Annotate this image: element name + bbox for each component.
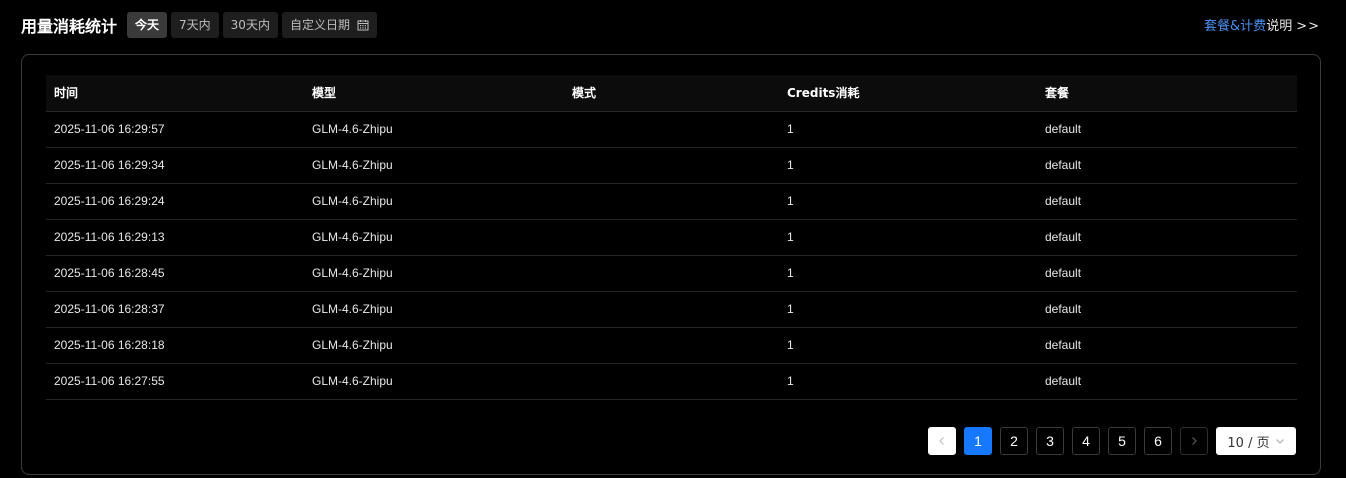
chevron-left-icon <box>939 437 944 445</box>
cell-model: GLM-4.6-Zhipu <box>312 158 393 172</box>
cell-plan: default <box>1045 194 1082 208</box>
page-size-value: 10 / 页 <box>1227 435 1270 451</box>
column-header-model[interactable]: 模型 <box>304 75 564 111</box>
cell-mode <box>564 111 779 147</box>
cell-time: 2025-11-06 16:29:57 <box>54 122 165 136</box>
column-header-plan[interactable]: 套餐 <box>1037 75 1297 111</box>
cell-model: GLM-4.6-Zhipu <box>312 266 393 280</box>
range-30days-button[interactable]: 30天内 <box>222 11 278 38</box>
cell-mode <box>564 219 779 255</box>
cell-plan: default <box>1045 230 1082 244</box>
plan-link-text: 套餐&计费 <box>1204 19 1267 34</box>
cell-plan: default <box>1045 158 1082 172</box>
custom-date-button[interactable]: 自定义日期 <box>281 11 377 38</box>
page-button-6[interactable]: 6 <box>1144 427 1172 455</box>
header: 用量消耗统计 今天 7天内 30天内 自定义日期 套餐&计费说明 >> <box>21 11 1320 38</box>
page-button-3[interactable]: 3 <box>1036 427 1064 455</box>
table-row: 2025-11-06 16:29:57 GLM-4.6-Zhipu 1 default <box>46 111 1297 147</box>
plan-pricing-link[interactable]: 套餐&计费说明 >> <box>1204 15 1320 34</box>
cell-time: 2025-11-06 16:29:13 <box>54 230 165 244</box>
cell-plan: default <box>1045 122 1082 136</box>
cell-plan: default <box>1045 266 1082 280</box>
column-header-time[interactable]: 时间 <box>46 75 304 111</box>
cell-mode <box>564 363 779 399</box>
cell-credits: 1 <box>787 194 794 208</box>
cell-mode <box>564 291 779 327</box>
cell-credits: 1 <box>787 266 794 280</box>
cell-plan: default <box>1045 374 1082 388</box>
cell-model: GLM-4.6-Zhipu <box>312 374 393 388</box>
cell-credits: 1 <box>787 122 794 136</box>
plan-link-arrow: >> <box>1296 19 1320 34</box>
pagination: 123456 10 / 页 <box>920 427 1296 455</box>
table-row: 2025-11-06 16:28:45 GLM-4.6-Zhipu 1 default <box>46 255 1297 291</box>
usage-card: 时间 模型 模式 Credits消耗 套餐 2025-11-06 16:29:5… <box>21 54 1321 475</box>
table-row: 2025-11-06 16:29:13 GLM-4.6-Zhipu 1 default <box>46 219 1297 255</box>
usage-table: 时间 模型 模式 Credits消耗 套餐 2025-11-06 16:29:5… <box>46 75 1297 400</box>
cell-time: 2025-11-06 16:29:24 <box>54 194 165 208</box>
usage-page: 用量消耗统计 今天 7天内 30天内 自定义日期 套餐&计费说明 >> 时间 模… <box>0 0 1346 478</box>
table-row: 2025-11-06 16:28:37 GLM-4.6-Zhipu 1 default <box>46 291 1297 327</box>
cell-time: 2025-11-06 16:29:34 <box>54 158 165 172</box>
column-header-credits[interactable]: Credits消耗 <box>779 75 1037 111</box>
cell-mode <box>564 255 779 291</box>
cell-model: GLM-4.6-Zhipu <box>312 230 393 244</box>
range-7days-button[interactable]: 7天内 <box>171 11 219 38</box>
table-row: 2025-11-06 16:29:24 GLM-4.6-Zhipu 1 default <box>46 183 1297 219</box>
calendar-icon <box>357 19 369 31</box>
cell-time: 2025-11-06 16:27:55 <box>54 374 165 388</box>
cell-credits: 1 <box>787 338 794 352</box>
cell-model: GLM-4.6-Zhipu <box>312 122 393 136</box>
next-page-button[interactable] <box>1180 427 1208 455</box>
page-button-1[interactable]: 1 <box>964 427 992 455</box>
cell-plan: default <box>1045 302 1082 316</box>
chevron-down-icon <box>1275 439 1284 444</box>
cell-credits: 1 <box>787 230 794 244</box>
column-header-mode[interactable]: 模式 <box>564 75 779 111</box>
cell-mode <box>564 147 779 183</box>
cell-credits: 1 <box>787 374 794 388</box>
cell-credits: 1 <box>787 302 794 316</box>
page-size-select[interactable]: 10 / 页 <box>1216 427 1296 455</box>
cell-model: GLM-4.6-Zhipu <box>312 302 393 316</box>
cell-time: 2025-11-06 16:28:18 <box>54 338 165 352</box>
table-row: 2025-11-06 16:29:34 GLM-4.6-Zhipu 1 default <box>46 147 1297 183</box>
cell-time: 2025-11-06 16:28:37 <box>54 302 165 316</box>
cell-model: GLM-4.6-Zhipu <box>312 338 393 352</box>
cell-time: 2025-11-06 16:28:45 <box>54 266 165 280</box>
cell-model: GLM-4.6-Zhipu <box>312 194 393 208</box>
table-header-row: 时间 模型 模式 Credits消耗 套餐 <box>46 75 1297 111</box>
table-row: 2025-11-06 16:27:55 GLM-4.6-Zhipu 1 default <box>46 363 1297 399</box>
range-today-button[interactable]: 今天 <box>127 11 168 38</box>
page-button-4[interactable]: 4 <box>1072 427 1100 455</box>
cell-credits: 1 <box>787 158 794 172</box>
custom-date-label: 自定义日期 <box>289 18 350 32</box>
page-button-5[interactable]: 5 <box>1108 427 1136 455</box>
cell-mode <box>564 183 779 219</box>
cell-plan: default <box>1045 338 1082 352</box>
page-button-2[interactable]: 2 <box>1000 427 1028 455</box>
plan-link-suffix: 说明 <box>1266 19 1293 34</box>
table-row: 2025-11-06 16:28:18 GLM-4.6-Zhipu 1 default <box>46 327 1297 363</box>
page-numbers: 123456 <box>956 427 1172 455</box>
page-title: 用量消耗统计 <box>21 16 118 36</box>
cell-mode <box>564 327 779 363</box>
chevron-right-icon <box>1192 437 1197 445</box>
prev-page-button[interactable] <box>928 427 956 455</box>
